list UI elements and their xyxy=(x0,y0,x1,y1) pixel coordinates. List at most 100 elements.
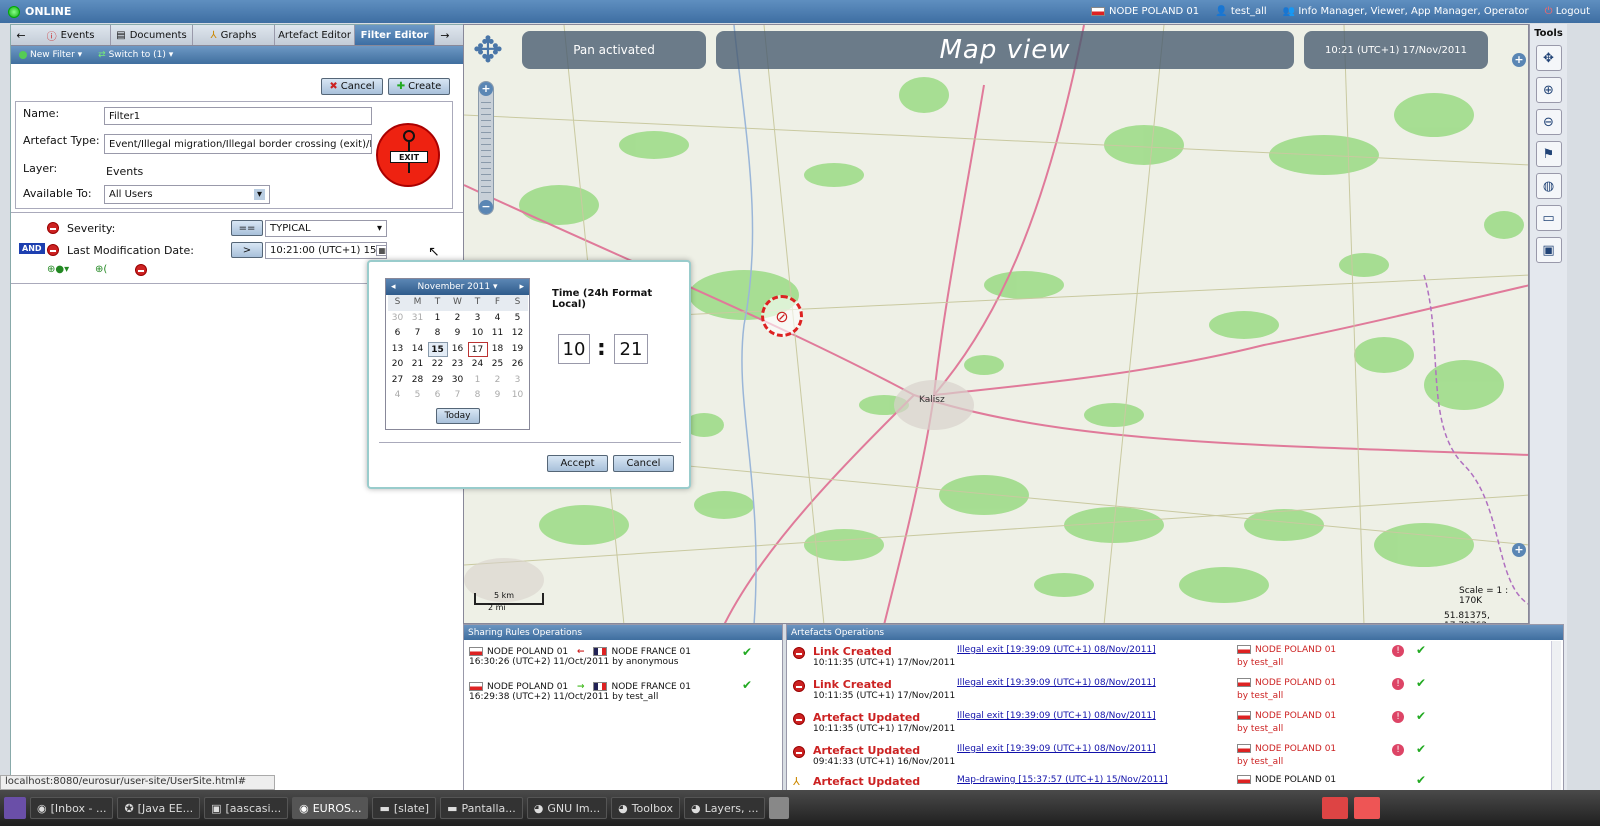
tab-scroll-left-icon[interactable]: ← xyxy=(11,25,31,45)
taskbar-item[interactable]: ◉ [Inbox - ... xyxy=(30,797,114,819)
calendar-day[interactable]: 18 xyxy=(488,342,508,358)
artefact-row[interactable]: Artefact Updated 09:41:33 (UTC+1) 16/Nov… xyxy=(793,742,1553,774)
calendar-day[interactable]: 3 xyxy=(508,373,528,389)
info-icon[interactable]: ! xyxy=(1392,678,1404,690)
sharing-row[interactable]: NODE POLAND 01 → NODE FRANCE 01 16:29:38… xyxy=(469,682,782,702)
calendar-day[interactable]: 25 xyxy=(488,357,508,373)
and-badge[interactable]: AND xyxy=(19,243,45,254)
remove-icon[interactable] xyxy=(793,746,805,758)
calendar-day[interactable]: 5 xyxy=(508,311,528,327)
new-filter-button[interactable]: New Filter ▾ xyxy=(19,50,82,60)
calendar-day[interactable]: 9 xyxy=(488,388,508,404)
calendar-day[interactable]: 4 xyxy=(488,311,508,327)
calendar-day[interactable]: 2 xyxy=(448,311,468,327)
artefact-link[interactable]: Illegal exit [19:39:09 (UTC+1) 08/Nov/20… xyxy=(957,744,1156,754)
artefact-link[interactable]: Illegal exit [19:39:09 (UTC+1) 08/Nov/20… xyxy=(957,678,1156,688)
calendar-day[interactable]: 8 xyxy=(468,388,488,404)
calendar-day[interactable]: 1 xyxy=(428,311,448,327)
tab-artefact-editor[interactable]: Artefact Editor xyxy=(275,25,355,45)
logout-link[interactable]: ⏻ Logout xyxy=(1545,6,1590,17)
tab-graphs[interactable]: ⅄ Graphs xyxy=(193,25,275,45)
taskbar-item[interactable]: ◉ EUROS... xyxy=(292,797,369,819)
tab-documents[interactable]: ▤ Documents xyxy=(111,25,193,45)
next-month-icon[interactable]: ▸ xyxy=(519,282,524,292)
date-operator-button[interactable]: > xyxy=(231,242,263,258)
calendar-day[interactable]: 11 xyxy=(488,326,508,342)
cancel-time-button[interactable]: Cancel xyxy=(613,455,674,472)
artefacts-scrollbar[interactable] xyxy=(1551,641,1561,801)
calendar-day[interactable]: 12 xyxy=(508,326,528,342)
tab-events[interactable]: ⓘ Events xyxy=(31,25,111,45)
calendar-day[interactable]: 29 xyxy=(428,373,448,389)
pan-control-icon[interactable]: ✥ xyxy=(472,29,504,73)
artefact-row[interactable]: Artefact Updated 10:11:35 (UTC+1) 17/Nov… xyxy=(793,709,1553,741)
zoom-slider[interactable]: + − xyxy=(478,81,494,215)
start-menu-icon[interactable] xyxy=(4,797,26,819)
calendar-day[interactable]: 10 xyxy=(508,388,528,404)
zoom-in-tool-icon[interactable]: ⊕ xyxy=(1535,77,1562,103)
taskbar-item[interactable]: ✪ [Java EE... xyxy=(117,797,201,819)
info-icon[interactable]: ! xyxy=(1392,711,1404,723)
calendar-day[interactable]: 9 xyxy=(448,326,468,342)
expand-icon[interactable]: + xyxy=(1512,53,1526,67)
cancel-button[interactable]: ✖ Cancel xyxy=(321,78,383,95)
minute-field[interactable]: 21 xyxy=(614,334,648,364)
taskbar-item[interactable]: ◕ Toolbox xyxy=(611,797,680,819)
artefact-row[interactable]: Link Created 10:11:35 (UTC+1) 17/Nov/201… xyxy=(793,676,1553,708)
remove-icon[interactable] xyxy=(793,680,805,692)
calendar-day[interactable]: 1 xyxy=(468,373,488,389)
add-group-icon[interactable]: ⊕( xyxy=(95,264,107,275)
zoom-out-tool-icon[interactable]: ⊖ xyxy=(1535,109,1562,135)
tray-flag-icon[interactable] xyxy=(1354,797,1380,819)
severity-select[interactable]: TYPICAL ▾ xyxy=(265,220,387,237)
zoom-in-icon[interactable]: + xyxy=(479,82,493,96)
calendar-day[interactable]: 14 xyxy=(408,342,428,358)
remove-condition-icon[interactable] xyxy=(47,222,59,237)
calendar-day[interactable]: 17 xyxy=(467,341,488,357)
calendar-day[interactable]: 3 xyxy=(468,311,488,327)
calendar-day[interactable]: 23 xyxy=(448,357,468,373)
info-icon[interactable]: ! xyxy=(1392,744,1404,756)
calendar-day[interactable]: 20 xyxy=(388,357,408,373)
calendar-day[interactable]: 15 xyxy=(427,341,448,357)
calendar-day[interactable]: 8 xyxy=(428,326,448,342)
calendar-day[interactable]: 6 xyxy=(388,326,408,342)
taskbar-item[interactable]: ▬ [slate] xyxy=(372,797,437,819)
month-selector[interactable]: November 2011 ▾ xyxy=(418,282,498,292)
taskbar-item[interactable]: ◕ Layers, ... xyxy=(683,797,766,819)
available-to-select[interactable]: All Users ▾ xyxy=(104,185,270,204)
calendar-day[interactable]: 22 xyxy=(428,357,448,373)
calendar-day[interactable]: 10 xyxy=(468,326,488,342)
create-button[interactable]: ✚ Create xyxy=(388,78,450,95)
calendar-day[interactable]: 27 xyxy=(388,373,408,389)
calendar-day[interactable]: 5 xyxy=(408,388,428,404)
calendar-day[interactable]: 31 xyxy=(408,311,428,327)
calendar-day[interactable]: 13 xyxy=(388,342,408,358)
calendar-day[interactable]: 4 xyxy=(388,388,408,404)
expand-icon[interactable]: + xyxy=(1512,543,1526,557)
info-icon[interactable]: ! xyxy=(1392,645,1404,657)
calendar-day[interactable]: 30 xyxy=(448,373,468,389)
artefact-type-field[interactable]: Event/Illegal migration/Illegal border c… xyxy=(104,134,372,154)
add-condition-icon[interactable]: ⊕●▾ xyxy=(47,264,69,275)
prev-month-icon[interactable]: ◂ xyxy=(391,282,396,292)
taskbar-item[interactable]: ◕ GNU Im... xyxy=(526,797,608,819)
taskbar-item[interactable]: ▬ Pantalla... xyxy=(440,797,523,819)
calendar-day[interactable]: 21 xyxy=(408,357,428,373)
sharing-row[interactable]: NODE POLAND 01 ← NODE FRANCE 01 16:30:26… xyxy=(469,647,782,667)
calendar-day[interactable]: 2 xyxy=(488,373,508,389)
tab-filter-editor[interactable]: Filter Editor xyxy=(355,25,435,45)
zoom-out-icon[interactable]: − xyxy=(479,200,493,214)
remove-all-icon[interactable] xyxy=(135,264,147,279)
event-marker-icon[interactable]: ⊘ xyxy=(761,295,803,337)
globe-tool-icon[interactable]: ◍ xyxy=(1535,173,1562,199)
calendar-day[interactable]: 28 xyxy=(408,373,428,389)
calendar-day[interactable]: 26 xyxy=(508,357,528,373)
artefact-link[interactable]: Illegal exit [19:39:09 (UTC+1) 08/Nov/20… xyxy=(957,645,1156,655)
remove-condition-icon[interactable] xyxy=(47,244,59,259)
severity-operator-button[interactable]: == xyxy=(231,220,263,236)
remove-icon[interactable] xyxy=(793,713,805,725)
calendar-day[interactable]: 19 xyxy=(508,342,528,358)
remove-icon[interactable] xyxy=(793,647,805,659)
calendar-day[interactable]: 6 xyxy=(428,388,448,404)
